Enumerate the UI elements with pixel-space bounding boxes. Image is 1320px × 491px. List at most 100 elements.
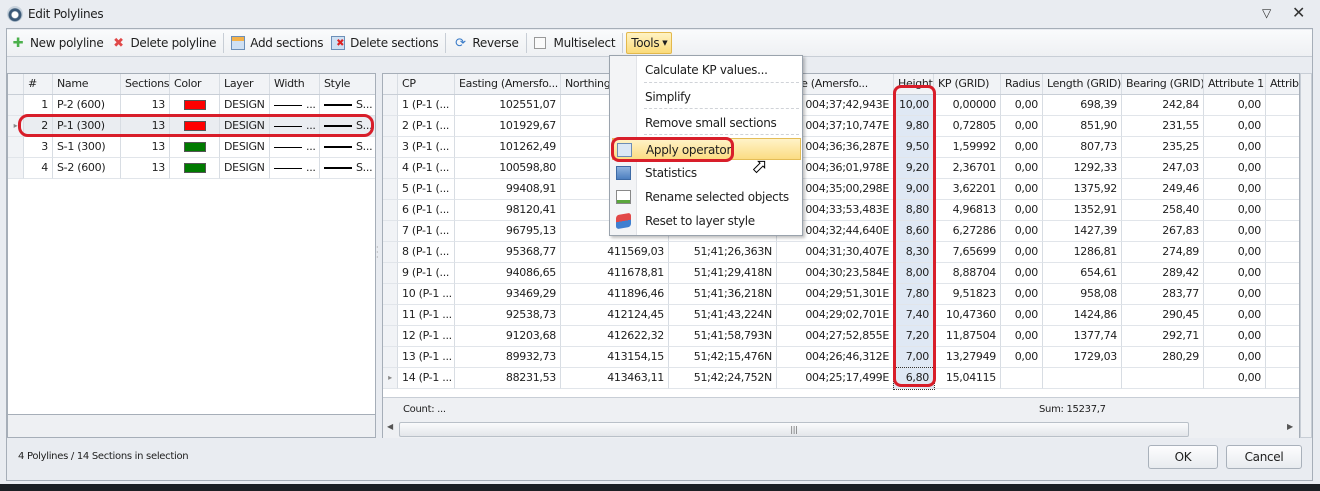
cell-attribute-2[interactable]: [1266, 305, 1299, 326]
cell-radius[interactable]: 0,00: [1001, 242, 1043, 263]
cell-radius[interactable]: 0,00: [1001, 263, 1043, 284]
section-row[interactable]: ▸ 14 (P-1 ... 88231,53 413463,11 51;42;24,75…: [383, 367, 1299, 390]
cell-kp[interactable]: 3,62201: [934, 179, 1001, 200]
cell-easting[interactable]: 101929,67: [455, 116, 561, 137]
cell-easting[interactable]: 101262,49: [455, 137, 561, 158]
delete-sections-button[interactable]: ✖ Delete sections: [327, 32, 442, 54]
cell-length[interactable]: 1292,33: [1043, 158, 1122, 179]
cell-longitude[interactable]: 004;27;52,855E: [777, 326, 894, 347]
horizontal-scrollbar[interactable]: ◀ ||| ▶: [387, 422, 1295, 437]
cell-easting[interactable]: 92538,73: [455, 305, 561, 326]
cell-height[interactable]: 7,20: [894, 326, 934, 347]
section-row[interactable]: 3 (P-1 (... 101262,49 004;36;36,287E 9,50 1,…: [383, 137, 1299, 158]
cell-radius[interactable]: 0,00: [1001, 137, 1043, 158]
cell-bearing[interactable]: 242,84: [1122, 95, 1204, 116]
cell-radius[interactable]: 0,00: [1001, 116, 1043, 137]
cell-attribute-1[interactable]: 0,00: [1204, 263, 1266, 284]
color-swatch[interactable]: [183, 163, 206, 173]
cell-height[interactable]: 9,80: [894, 116, 934, 137]
cell-attribute-1[interactable]: 0,00: [1204, 158, 1266, 179]
row-indicator[interactable]: [383, 95, 398, 116]
cell-easting[interactable]: 95368,77: [455, 242, 561, 263]
cell-latitude[interactable]: 51;41;36,218N: [669, 284, 777, 305]
menu-item-apply-operator[interactable]: Apply operator: [612, 138, 801, 160]
menu-item-remove-small-sections[interactable]: Remove small sections: [612, 112, 801, 134]
cell-height[interactable]: 9,20: [894, 158, 934, 179]
color-swatch[interactable]: [183, 121, 206, 131]
cell-length[interactable]: 1375,92: [1043, 179, 1122, 200]
cell-bearing[interactable]: 267,83: [1122, 221, 1204, 242]
cell-attribute-1[interactable]: 0,00: [1204, 347, 1266, 368]
cell-longitude[interactable]: 004;29;02,701E: [777, 305, 894, 326]
cell-length[interactable]: 958,08: [1043, 284, 1122, 305]
cell-cp[interactable]: 3 (P-1 (...: [398, 137, 455, 158]
cell-kp[interactable]: 9,51823: [934, 284, 1001, 305]
cell-radius[interactable]: 0,00: [1001, 284, 1043, 305]
cell-attribute-2[interactable]: [1266, 158, 1299, 179]
section-row[interactable]: 13 (P-1 ... 89932,73 413154,15 51;42;15,476…: [383, 347, 1299, 368]
cell-height[interactable]: 8,30: [894, 242, 934, 263]
polyline-row[interactable]: 1 P-2 (600) 13 DESIGN... S...: [8, 95, 375, 116]
column-header[interactable]: Width: [270, 74, 320, 94]
cell-attribute-1[interactable]: 0,00: [1204, 284, 1266, 305]
cell-cp[interactable]: 6 (P-1 (...: [398, 200, 455, 221]
section-row[interactable]: 12 (P-1 ... 91203,68 412622,32 51;41;58,793…: [383, 326, 1299, 347]
cell-cp[interactable]: 13 (P-1 ...: [398, 347, 455, 368]
cell-easting[interactable]: 100598,80: [455, 158, 561, 179]
close-icon[interactable]: ✕: [1292, 3, 1305, 22]
cell-easting[interactable]: 89932,73: [455, 347, 561, 368]
cell-cp[interactable]: 4 (P-1 (...: [398, 158, 455, 179]
ok-button[interactable]: OK: [1148, 445, 1218, 469]
row-indicator[interactable]: [383, 242, 398, 263]
cell-attribute-1[interactable]: 0,00: [1204, 242, 1266, 263]
cell-radius[interactable]: 0,00: [1001, 158, 1043, 179]
cell-northing[interactable]: 411569,03: [561, 242, 669, 263]
add-sections-button[interactable]: Add sections: [227, 32, 327, 54]
multiselect-checkbox[interactable]: Multiselect: [530, 32, 620, 54]
cell-height[interactable]: 8,80: [894, 200, 934, 221]
cell-height[interactable]: 9,50: [894, 137, 934, 158]
row-indicator[interactable]: ▸: [383, 368, 398, 389]
cell-bearing[interactable]: 258,40: [1122, 200, 1204, 221]
row-indicator[interactable]: [383, 305, 398, 326]
section-row[interactable]: 9 (P-1 (... 94086,65 411678,81 51;41;29,418…: [383, 263, 1299, 284]
cell-height[interactable]: 7,40: [894, 305, 934, 326]
cell-attribute-1[interactable]: 0,00: [1204, 368, 1266, 389]
cell-height[interactable]: 7,00: [894, 347, 934, 368]
cell-northing[interactable]: 411896,46: [561, 284, 669, 305]
cell-attribute-2[interactable]: [1266, 347, 1299, 368]
row-indicator[interactable]: [383, 137, 398, 158]
cell-bearing[interactable]: 247,03: [1122, 158, 1204, 179]
cell-height[interactable]: 8,60: [894, 221, 934, 242]
cell-bearing[interactable]: 292,71: [1122, 326, 1204, 347]
cell-height[interactable]: 7,80: [894, 284, 934, 305]
cell-cp[interactable]: 9 (P-1 (...: [398, 263, 455, 284]
section-row[interactable]: 1 (P-1 (... 102551,07 004;37;42,943E 10,00 0…: [383, 95, 1299, 116]
cell-latitude[interactable]: 51;42;15,476N: [669, 347, 777, 368]
cell-attribute-2[interactable]: [1266, 263, 1299, 284]
cell-latitude[interactable]: 51;41;29,418N: [669, 263, 777, 284]
cell-radius[interactable]: 0,00: [1001, 305, 1043, 326]
cell-attribute-2[interactable]: [1266, 200, 1299, 221]
column-header[interactable]: Length (GRID): [1043, 74, 1122, 94]
cell-length[interactable]: [1043, 368, 1122, 389]
cell-bearing[interactable]: 290,45: [1122, 305, 1204, 326]
cell-attribute-2[interactable]: [1266, 326, 1299, 347]
cell-longitude[interactable]: 004;30;23,584E: [777, 263, 894, 284]
menu-item-calculate-kp[interactable]: Calculate KP values...: [612, 59, 801, 81]
cell-cp[interactable]: 14 (P-1 ...: [398, 368, 455, 389]
polyline-row[interactable]: 4 S-2 (600) 13 DESIGN... S...: [8, 158, 375, 179]
section-row[interactable]: 8 (P-1 (... 95368,77 411569,03 51;41;26,363…: [383, 242, 1299, 263]
cell-attribute-1[interactable]: 0,00: [1204, 116, 1266, 137]
section-row[interactable]: 6 (P-1 (... 98120,41 004;33;53,483E 8,80 4,9…: [383, 200, 1299, 221]
cell-height[interactable]: 9,00: [894, 179, 934, 200]
delete-polyline-button[interactable]: ✖ Delete polyline: [107, 32, 220, 54]
column-header[interactable]: CP: [398, 74, 455, 94]
cell-attribute-1[interactable]: 0,00: [1204, 137, 1266, 158]
cell-height[interactable]: 10,00: [894, 95, 934, 116]
column-header[interactable]: Name: [53, 74, 121, 94]
row-indicator[interactable]: [8, 95, 24, 116]
cell-length[interactable]: 1427,39: [1043, 221, 1122, 242]
cell-attribute-1[interactable]: 0,00: [1204, 305, 1266, 326]
row-indicator[interactable]: ▸: [8, 116, 24, 137]
